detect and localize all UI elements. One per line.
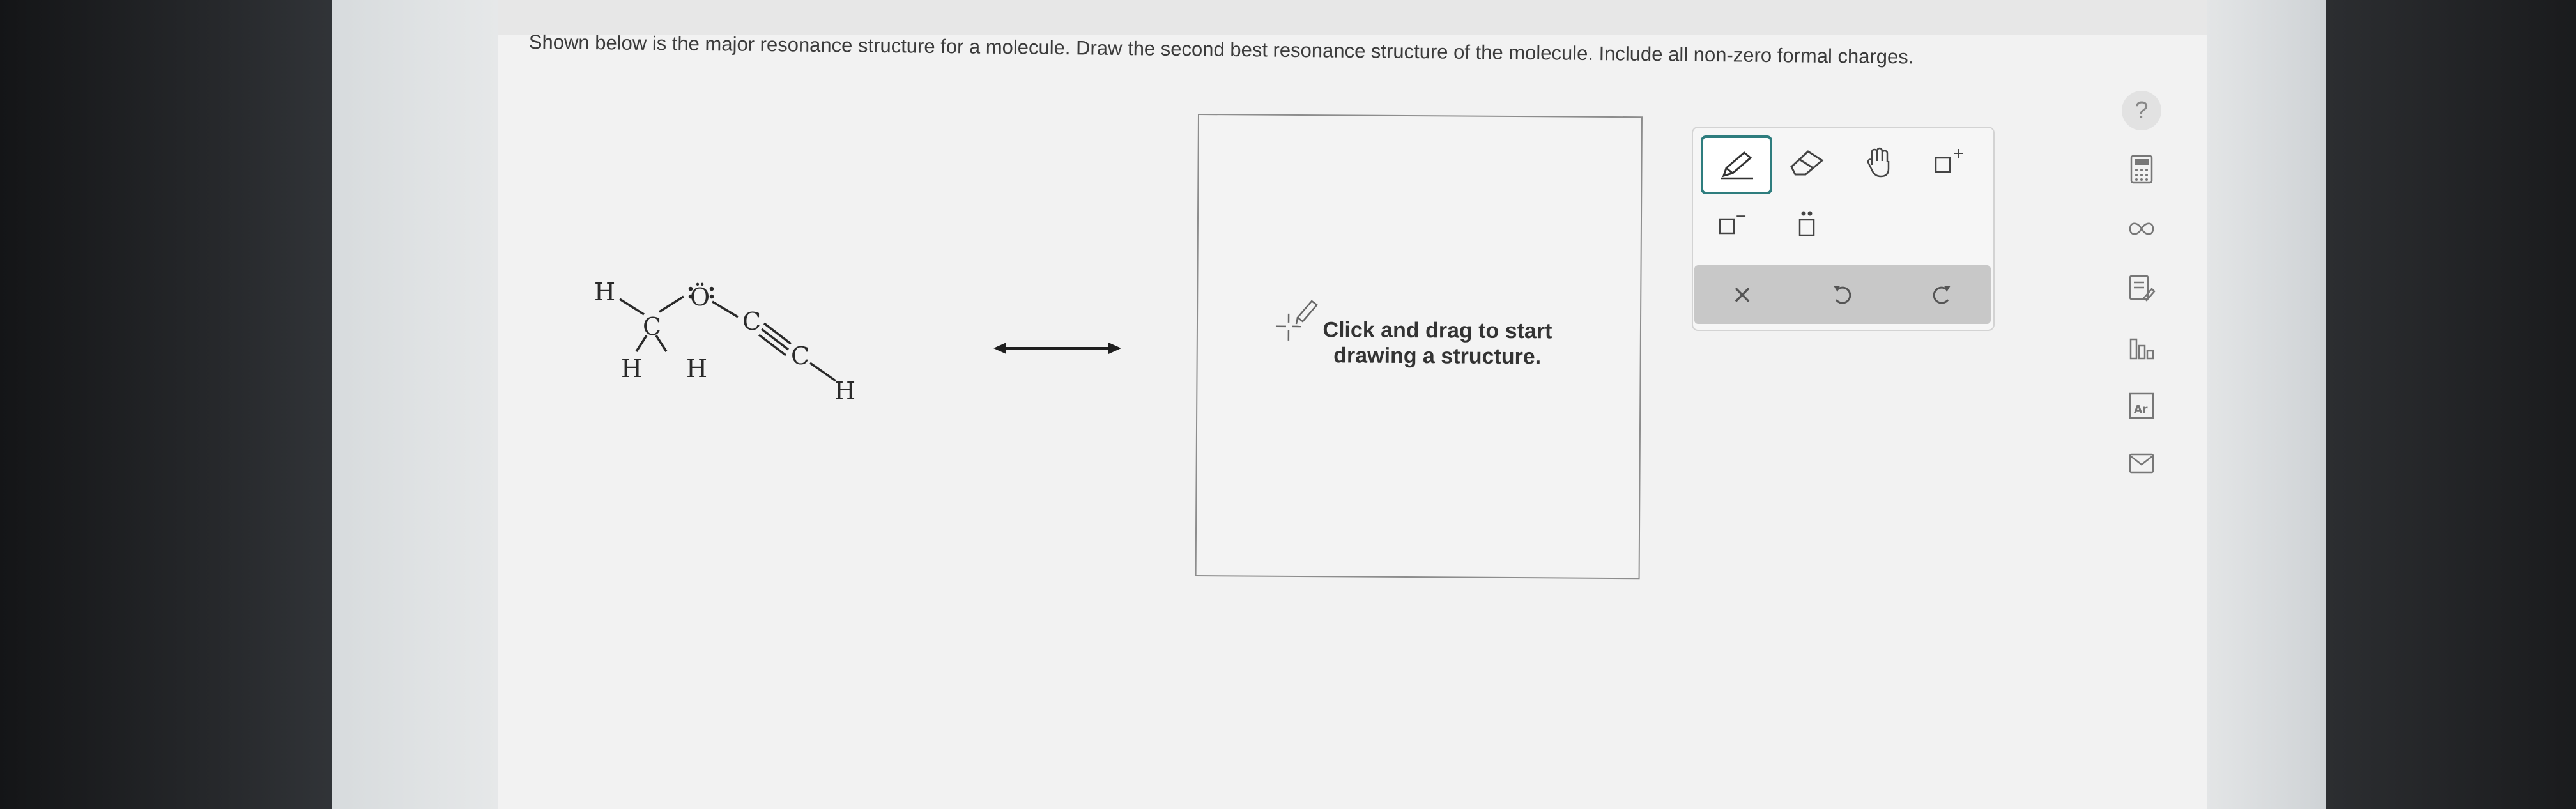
eraser-icon bbox=[1790, 150, 1824, 176]
resonance-arrow bbox=[993, 343, 1121, 354]
periodic-table-icon: Ar bbox=[2129, 392, 2154, 419]
bond-c-o bbox=[659, 295, 684, 313]
atom-c-3: C bbox=[791, 342, 809, 370]
help-button[interactable]: ? bbox=[2115, 89, 2168, 132]
redo-button[interactable] bbox=[1894, 265, 1989, 324]
bond-c-h-terminal bbox=[809, 362, 837, 382]
lone-pair-icon bbox=[1798, 211, 1815, 236]
atom-c-1: C bbox=[643, 312, 661, 341]
notes-icon bbox=[2129, 275, 2156, 302]
chart-button[interactable] bbox=[2115, 326, 2168, 368]
clear-icon: × bbox=[1731, 280, 1753, 309]
atom-c-2: C bbox=[742, 307, 761, 335]
bond-h-c bbox=[619, 298, 645, 316]
toolbar-action-bar: × bbox=[1694, 265, 1991, 324]
mail-icon bbox=[2129, 453, 2154, 474]
calculator-icon bbox=[2130, 155, 2153, 184]
infinity-button[interactable] bbox=[2115, 208, 2168, 250]
draw-cursor-icon bbox=[1275, 300, 1318, 341]
top-strip bbox=[498, 0, 2207, 35]
pencil-tool-button[interactable] bbox=[1701, 135, 1772, 194]
atom-h-1: H bbox=[594, 278, 615, 306]
clear-button[interactable]: × bbox=[1694, 265, 1790, 324]
lone-pair-dot bbox=[709, 294, 714, 299]
bond-o-c bbox=[712, 300, 739, 318]
screen-margin-right bbox=[2207, 0, 2326, 809]
positive-charge-icon: + bbox=[1935, 146, 1964, 173]
notes-button[interactable] bbox=[2115, 267, 2168, 309]
lone-pair-dot bbox=[688, 294, 693, 299]
calculator-button[interactable] bbox=[2115, 148, 2168, 190]
periodic-table-button[interactable]: Ar bbox=[2115, 385, 2168, 427]
undo-button[interactable] bbox=[1795, 265, 1890, 324]
pencil-icon bbox=[1721, 151, 1753, 180]
atom-h-4: H bbox=[834, 377, 855, 405]
canvas-hint: Click and drag to start drawing a struct… bbox=[1322, 318, 1552, 369]
lone-pair-dot bbox=[688, 286, 693, 291]
periodic-table-label: Ar bbox=[2134, 403, 2148, 416]
redo-icon bbox=[1933, 286, 1951, 304]
help-icon: ? bbox=[2122, 91, 2161, 130]
negative-charge-symbol: − bbox=[1735, 208, 1747, 224]
lone-pair-tool-button[interactable] bbox=[1775, 197, 1839, 250]
positive-charge-symbol: + bbox=[1952, 146, 1964, 162]
drawing-canvas[interactable]: Click and drag to start drawing a struct… bbox=[1195, 114, 1643, 580]
device-bezel-right bbox=[2326, 0, 2576, 809]
atom-o: Ö bbox=[690, 283, 710, 311]
screen-margin-left bbox=[332, 0, 498, 809]
hand-icon bbox=[1867, 147, 1890, 178]
negative-charge-icon: − bbox=[1719, 208, 1747, 235]
given-molecule-structure: H C Ö C C H H H bbox=[594, 278, 855, 405]
negative-charge-tool-button[interactable]: − bbox=[1701, 197, 1765, 250]
lone-pair-dot bbox=[709, 286, 714, 291]
undo-icon bbox=[1834, 286, 1851, 304]
hand-tool-button[interactable] bbox=[1846, 135, 1910, 189]
device-bezel-left bbox=[0, 0, 358, 809]
positive-charge-tool-button[interactable]: + bbox=[1917, 135, 1981, 189]
mail-button[interactable] bbox=[2115, 442, 2168, 484]
eraser-tool-button[interactable] bbox=[1775, 135, 1839, 189]
atom-h-3: H bbox=[686, 355, 707, 383]
atom-h-2: H bbox=[621, 355, 642, 383]
infinity-icon bbox=[2129, 222, 2154, 235]
chart-icon bbox=[2129, 338, 2154, 360]
